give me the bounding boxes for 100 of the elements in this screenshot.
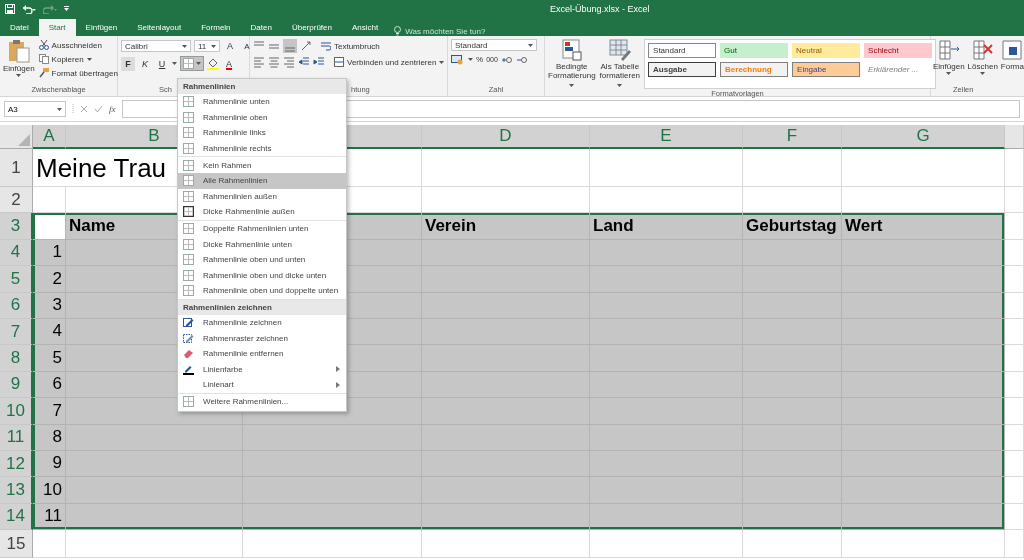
merge-center-button[interactable]: Verbinden und zentrieren	[334, 56, 445, 68]
column-header[interactable]: A	[33, 125, 66, 149]
customize-icon[interactable]	[64, 6, 69, 12]
table-cell	[1005, 530, 1024, 559]
table-cell	[1005, 450, 1024, 478]
row-header[interactable]: 6	[0, 292, 33, 319]
ribbon-tab[interactable]: Überprüfen	[281, 19, 342, 36]
column-header[interactable]: G	[842, 125, 1005, 149]
redo-icon[interactable]	[43, 4, 57, 14]
row-header[interactable]: 13	[0, 477, 33, 504]
column-header[interactable]: D	[422, 125, 590, 149]
ribbon-tab[interactable]: Start	[38, 19, 76, 36]
menu-item[interactable]: Rahmenlinie zeichnen	[178, 314, 346, 331]
cell-style[interactable]: Eingabe	[792, 62, 861, 77]
increase-indent-icon[interactable]	[313, 56, 325, 68]
undo-icon[interactable]	[22, 4, 36, 14]
menu-item[interactable]: Rahmenlinie oben und doppelte unten	[178, 283, 346, 299]
menu-item[interactable]: Rahmenlinie oben und dicke unten	[178, 267, 346, 284]
number-format-dropdown[interactable]: Standard	[451, 39, 537, 51]
cell-style[interactable]: Standard	[648, 43, 717, 58]
caret-icon	[86, 57, 92, 61]
menu-item[interactable]: Rahmenlinie oben und unten	[178, 251, 346, 268]
column-header[interactable]: F	[743, 125, 842, 149]
borders-button[interactable]	[180, 56, 204, 71]
decrease-indent-icon[interactable]	[298, 56, 310, 68]
cell-style[interactable]: Erklärender ...	[864, 62, 933, 77]
save-icon[interactable]	[5, 4, 15, 14]
row-header[interactable]: 11	[0, 424, 33, 451]
row-header[interactable]: 1	[0, 149, 33, 187]
ribbon-tab[interactable]: Datei	[0, 19, 39, 36]
cut-button[interactable]: Ausschneiden	[38, 39, 118, 51]
row-header[interactable]: 15	[0, 530, 33, 559]
cell-style[interactable]: Gut	[720, 43, 789, 58]
column-header[interactable]: E	[590, 125, 743, 149]
menu-item[interactable]: Alle Rahmenlinien	[178, 172, 346, 189]
border-icon	[183, 223, 194, 235]
ribbon-tab[interactable]: Formeln	[191, 19, 241, 36]
cell-style[interactable]: Schlecht	[864, 43, 933, 58]
menu-item[interactable]: Linienart	[178, 377, 346, 393]
cell-style[interactable]: Ausgabe	[648, 62, 717, 77]
check-icon[interactable]	[94, 105, 103, 113]
align-center-icon[interactable]	[268, 56, 280, 68]
ribbon-tab[interactable]: Seitenlayout	[127, 19, 192, 36]
ribbon-tab[interactable]: Ansicht	[341, 19, 389, 36]
insert-cells-button[interactable]: Einfügen	[933, 39, 965, 85]
row-header[interactable]: 12	[0, 450, 33, 478]
table-cell	[1005, 424, 1024, 451]
row-header[interactable]: 4	[0, 239, 33, 267]
row-header[interactable]: 8	[0, 345, 33, 372]
row-header[interactable]: 9	[0, 371, 33, 399]
orientation-icon[interactable]	[300, 40, 312, 52]
shrink-font-button[interactable]: A	[240, 39, 254, 53]
menu-item[interactable]: Linienfarbe	[178, 361, 346, 378]
conditional-formatting-button[interactable]: Bedingte Formatierung	[548, 39, 596, 89]
row-header[interactable]: 5	[0, 266, 33, 293]
name-box[interactable]: A3	[4, 101, 66, 117]
percent-button[interactable]: %	[476, 55, 484, 64]
caret-icon	[172, 62, 177, 65]
border-icon	[183, 269, 194, 281]
cell-style[interactable]: Neutral	[792, 43, 861, 58]
table-cell	[1005, 239, 1024, 267]
menu-item[interactable]: Rahmenlinien außen	[178, 188, 346, 205]
row-header[interactable]: 7	[0, 318, 33, 346]
ribbon-tab[interactable]: Daten	[240, 19, 282, 36]
menu-item[interactable]: Weitere Rahmenlinien...	[178, 393, 346, 410]
decrease-decimal-icon[interactable]	[515, 54, 528, 65]
currency-icon[interactable]	[451, 54, 465, 65]
caret-icon	[196, 62, 201, 65]
cancel-icon[interactable]	[80, 105, 88, 113]
column-header[interactable]	[1005, 125, 1024, 149]
row-header[interactable]: 14	[0, 503, 33, 531]
insert-function-button[interactable]: fx	[109, 104, 116, 114]
increase-decimal-icon[interactable]	[500, 54, 513, 65]
wrap-text-button[interactable]: Textumbruch	[321, 40, 380, 52]
select-all-icon[interactable]	[18, 134, 30, 146]
paste-button[interactable]: Einfügen	[3, 39, 35, 85]
font-color-button[interactable]: A	[222, 56, 236, 71]
format-cells-button[interactable]: Forma	[1000, 39, 1024, 85]
copy-button[interactable]: Kopieren	[38, 53, 118, 65]
ribbon-tab[interactable]: Einfügen	[75, 19, 128, 36]
menu-item[interactable]: Rahmenlinie oben	[178, 109, 346, 126]
underline-button[interactable]: U	[155, 56, 169, 71]
italic-button[interactable]: K	[138, 56, 152, 71]
font-size-dropdown[interactable]: 11	[194, 40, 220, 52]
bold-button[interactable]: F	[121, 56, 135, 71]
line-color-icon	[183, 363, 194, 375]
font-dropdown[interactable]: Calibri	[121, 40, 191, 52]
tell-me-field[interactable]: Was möchten Sie tun?	[394, 26, 486, 36]
grow-font-button[interactable]: A	[223, 39, 237, 53]
fill-color-icon[interactable]	[207, 57, 219, 70]
row-header[interactable]: 2	[0, 187, 33, 214]
menu-item[interactable]: Rahmenraster zeichnen	[178, 330, 346, 346]
format-as-table-button[interactable]: Als Tabelle formatieren	[599, 39, 641, 89]
row-header[interactable]: 10	[0, 398, 33, 425]
align-left-icon[interactable]	[253, 56, 265, 68]
row-header[interactable]: 3	[0, 213, 33, 240]
format-painter-button[interactable]: Format übertragen	[38, 67, 118, 79]
delete-cells-button[interactable]: Löschen	[967, 39, 998, 85]
menu-item[interactable]: Rahmenlinie unten	[178, 94, 346, 110]
menu-item[interactable]: Rahmenlinie entfernen	[178, 345, 346, 362]
